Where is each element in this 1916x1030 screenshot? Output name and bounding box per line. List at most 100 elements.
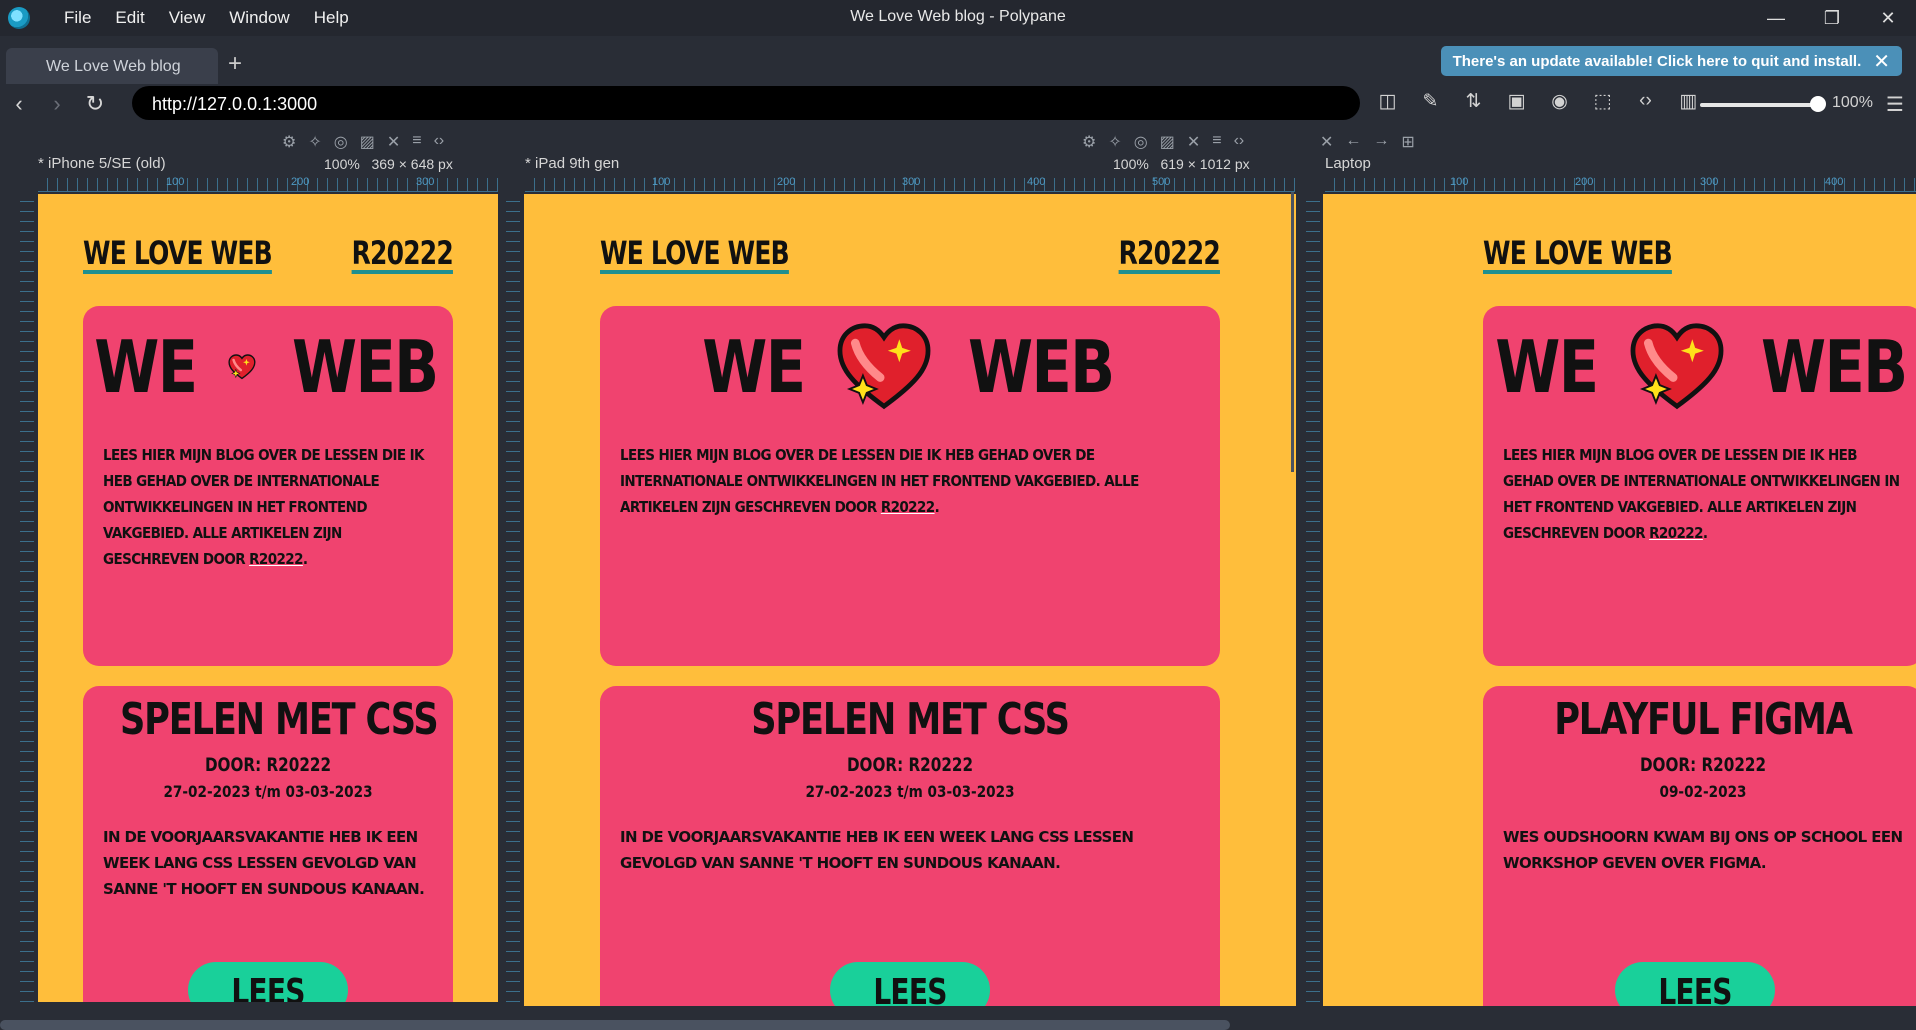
read-more-button[interactable]: LEES MEER xyxy=(830,962,990,1006)
ruler-vertical-iphone xyxy=(20,192,34,1002)
ruler-vertical-ipad xyxy=(506,192,520,1002)
read-more-label: LEES MEER xyxy=(873,972,947,1006)
toolbar-tools: ◫ ✎ ⇅ ▣ ◉ ⬚ ‹› ▥ xyxy=(1366,90,1710,113)
code-icon[interactable]: ‹› xyxy=(1234,132,1245,152)
site-brand-link[interactable]: WE LOVE WEB xyxy=(1483,234,1673,272)
arrow-left-icon[interactable]: ← xyxy=(1345,132,1361,152)
restore-button[interactable]: ❐ xyxy=(1804,0,1860,36)
tools-icon[interactable]: ✕ xyxy=(1187,132,1200,152)
pane-name-laptop[interactable]: Laptop xyxy=(1325,155,1371,172)
image-icon[interactable]: ▨ xyxy=(1160,132,1175,152)
pane-name-ipad[interactable]: * iPad 9th gen xyxy=(525,155,619,172)
intro-period: . xyxy=(302,550,308,568)
menu-file[interactable]: File xyxy=(52,8,103,28)
intro-author-link[interactable]: R20222 xyxy=(881,498,935,516)
close-icon[interactable]: ✕ xyxy=(1873,49,1890,74)
ruler-label: 200 xyxy=(777,176,796,188)
pane-tools-laptop: ✕ ← → ⊞ xyxy=(1320,132,1415,152)
pen-icon[interactable]: ✎ xyxy=(1409,90,1452,113)
debug-icon[interactable]: ⚙ xyxy=(1082,132,1096,152)
code-icon[interactable]: ‹› xyxy=(1624,90,1667,113)
menu-window[interactable]: Window xyxy=(217,8,301,28)
pane-zoom[interactable]: 100% xyxy=(1113,156,1149,172)
update-banner[interactable]: There's an update available! Click here … xyxy=(1440,46,1902,76)
zoom-level: 100% xyxy=(1832,94,1873,111)
reload-button[interactable]: ↻ xyxy=(76,91,114,117)
intro-author-link[interactable]: R20222 xyxy=(1649,524,1703,542)
filters-icon[interactable]: ≡ xyxy=(1212,132,1221,152)
read-more-label: LEES MEER xyxy=(231,972,305,1002)
close-icon[interactable]: ✕ xyxy=(1320,132,1333,152)
hero-heading: WE WEB xyxy=(1483,322,1916,412)
image-icon[interactable]: ▨ xyxy=(360,132,375,152)
zoom-slider[interactable] xyxy=(1700,103,1818,107)
layout-icon[interactable]: ◫ xyxy=(1366,90,1409,113)
pane-size[interactable]: 619 × 1012 xyxy=(1160,156,1230,172)
tools-icon[interactable]: ✕ xyxy=(387,132,400,152)
puzzle-icon[interactable]: ✧ xyxy=(1108,132,1121,152)
ruler-label: 300 xyxy=(1700,176,1719,188)
new-tab-button[interactable]: + xyxy=(228,50,242,78)
menu-help[interactable]: Help xyxy=(302,8,361,28)
close-window-button[interactable]: ✕ xyxy=(1860,0,1916,36)
post-author: Door: R20222 xyxy=(846,754,974,776)
camera-icon[interactable]: ◉ xyxy=(1538,90,1581,113)
sync-scroll-icon[interactable]: ⇅ xyxy=(1452,90,1495,113)
pane-unit: px xyxy=(1234,156,1250,172)
sparkling-heart-icon xyxy=(1630,323,1723,410)
pane-unit: px xyxy=(438,156,453,172)
add-pane-icon[interactable]: ⊞ xyxy=(1401,132,1414,152)
update-banner-text[interactable]: There's an update available! Click here … xyxy=(1453,53,1862,70)
url-input[interactable]: http://127.0.0.1:3000 xyxy=(132,86,1360,120)
zoom-slider-handle[interactable] xyxy=(1810,96,1826,112)
hero-word-right: WEB xyxy=(967,325,1115,409)
sparkling-heart-icon xyxy=(837,323,930,410)
read-more-button[interactable]: LEES MEER xyxy=(1615,962,1775,1006)
debug-icon[interactable]: ⚙ xyxy=(282,132,296,152)
tab-we-love-web[interactable]: We Love Web blog xyxy=(6,48,218,84)
post-author: Door: R20222 xyxy=(204,754,332,776)
horizontal-scrollbar[interactable] xyxy=(0,1020,1230,1030)
ruler-label: 500 xyxy=(1152,176,1171,188)
menu-view[interactable]: View xyxy=(157,8,218,28)
ipad-scrollbar[interactable] xyxy=(1291,192,1294,472)
forward-button[interactable]: › xyxy=(38,91,76,117)
menu-bar: File Edit View Window Help xyxy=(52,8,361,28)
pane-name-iphone[interactable]: * iPhone 5/SE (old) xyxy=(38,155,166,172)
post-excerpt: Wes Oudshoorn kwam bij ons op school een… xyxy=(1503,828,1903,872)
site-brand-link[interactable]: WE LOVE WEB xyxy=(83,234,273,272)
post-date: 09-02-2023 xyxy=(1659,782,1747,801)
camera-icon[interactable]: ◎ xyxy=(334,132,348,152)
post-excerpt: In de voorjaarsvakantie heb ik een week … xyxy=(620,828,1134,872)
settings-icon[interactable]: ☰ xyxy=(1886,92,1904,117)
pane-label: iPhone 5/SE (old) xyxy=(48,155,166,172)
ruler-vertical-laptop xyxy=(1306,192,1320,1002)
minimize-button[interactable]: — xyxy=(1748,0,1804,36)
post-excerpt: In de voorjaarsvakantie heb ik een week … xyxy=(103,828,425,898)
post-card: Spelen met CSS Door: R20222 27-02-2023 t… xyxy=(83,686,453,1002)
viewport-ipad: WE LOVE WEB R20222 WE WEB Lees hier mijn… xyxy=(524,194,1296,1006)
element-select-icon[interactable]: ⬚ xyxy=(1581,90,1624,113)
camera-icon[interactable]: ◎ xyxy=(1134,132,1148,152)
intro-card: WE WEB Lees hier mijn blog over de lesse… xyxy=(83,306,453,666)
arrow-right-icon[interactable]: → xyxy=(1373,132,1389,152)
author-tag-link[interactable]: R20222 xyxy=(352,234,454,272)
menu-edit[interactable]: Edit xyxy=(103,8,156,28)
puzzle-icon[interactable]: ✧ xyxy=(308,132,321,152)
sidebar-icon[interactable]: ▥ xyxy=(1667,90,1710,113)
author-tag-link[interactable]: R20222 xyxy=(1119,234,1221,272)
title-bar: File Edit View Window Help We Love Web b… xyxy=(0,0,1916,36)
address-toolbar: ‹ › ↻ http://127.0.0.1:3000 ◫ ✎ ⇅ ▣ ◉ ⬚ … xyxy=(0,84,1916,124)
pane-zoom[interactable]: 100% xyxy=(324,156,360,172)
ruler-label: 300 xyxy=(416,176,435,188)
pane-label: iPad 9th gen xyxy=(535,155,620,172)
site-brand-link[interactable]: WE LOVE WEB xyxy=(600,234,790,272)
code-icon[interactable]: ‹› xyxy=(434,132,445,152)
pane-size[interactable]: 369 × 648 xyxy=(371,156,434,172)
devices-icon[interactable]: ▣ xyxy=(1495,90,1538,113)
ruler-label: 400 xyxy=(1027,176,1046,188)
back-button[interactable]: ‹ xyxy=(0,91,38,117)
intro-author-link[interactable]: R20222 xyxy=(249,550,303,568)
filters-icon[interactable]: ≡ xyxy=(412,132,421,152)
read-more-button[interactable]: LEES MEER xyxy=(188,962,348,1002)
